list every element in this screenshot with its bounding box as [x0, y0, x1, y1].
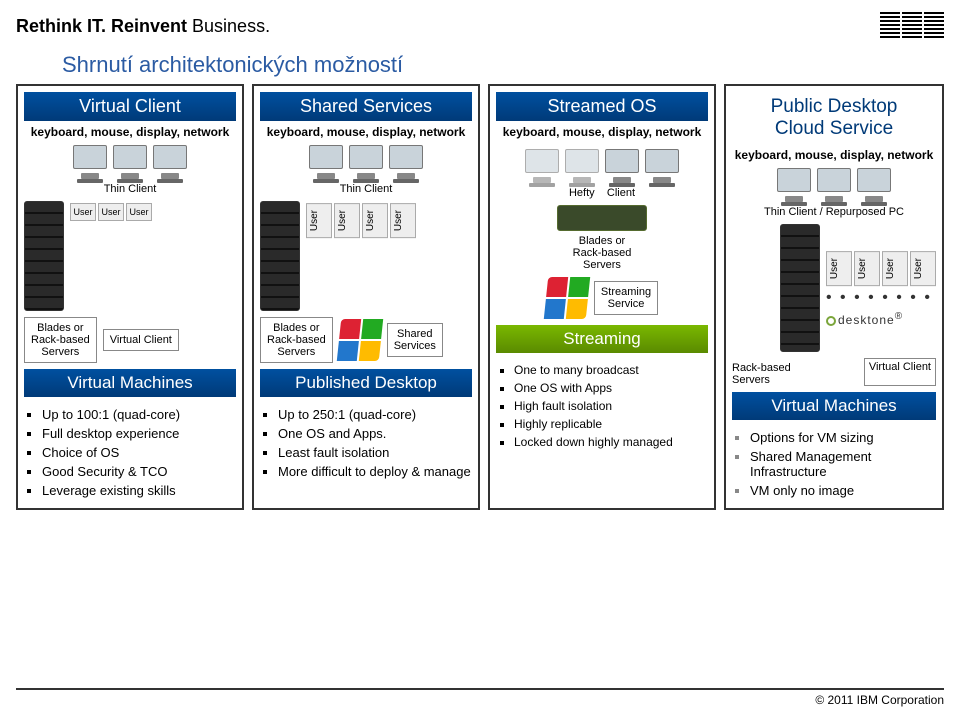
bullet: Up to 100:1 (quad-core) — [42, 407, 180, 422]
server-rack-icon — [260, 201, 300, 311]
bullet: Good Security & TCO — [42, 464, 180, 479]
windows-logo-icon — [544, 277, 590, 319]
bullet: Options for VM sizing — [750, 430, 936, 445]
mid-block: Blades or Rack-based Servers Shared Serv… — [260, 317, 472, 363]
header: Rethink IT. Reinvent Business. — [16, 12, 944, 40]
rack-label: Blades or Rack-based Servers — [260, 317, 333, 363]
hefty-clients — [525, 143, 679, 183]
col4-bullets: Options for VM sizing Shared Management … — [732, 426, 936, 502]
col-streamed-os: Streamed OS keyboard, mouse, display, ne… — [488, 84, 716, 510]
user-chip: User — [362, 203, 388, 238]
rack-users: User User User User — [260, 201, 472, 311]
virtual-client-chip: Virtual Client — [864, 358, 936, 386]
bullet: Locked down highly managed — [514, 435, 673, 449]
mid-label: Streaming Service — [594, 281, 658, 315]
col4-subcap: keyboard, mouse, display, network — [735, 148, 934, 162]
user-chip: User — [306, 203, 332, 238]
mid-label: Virtual Client — [103, 329, 179, 351]
col-virtual-client: Virtual Client keyboard, mouse, display,… — [16, 84, 244, 510]
bullet: Highly replicable — [514, 417, 673, 431]
user-chip: User — [854, 251, 880, 286]
col2-bottom-head: Published Desktop — [260, 369, 472, 397]
tagline: Rethink IT. Reinvent Business. — [16, 16, 270, 37]
bullet: Least fault isolation — [278, 445, 471, 460]
bullet: Full desktop experience — [42, 426, 180, 441]
thin-client-label: Thin Client — [104, 183, 157, 195]
hefty-left: Hefty — [569, 187, 595, 199]
server-rack-icon — [24, 201, 64, 311]
col3-bottom-head: Streaming — [496, 325, 708, 353]
hefty-right: Client — [607, 187, 635, 199]
col2-subcap: keyboard, mouse, display, network — [267, 125, 466, 139]
rack-label: Blades or Rack-based Servers — [573, 235, 632, 271]
col1-bottom-head: Virtual Machines — [24, 369, 236, 397]
windows-logo-icon — [336, 319, 382, 361]
thin-client-label: Thin Client — [340, 183, 393, 195]
col-shared-services: Shared Services keyboard, mouse, display… — [252, 84, 480, 510]
col3-subcap: keyboard, mouse, display, network — [503, 125, 702, 139]
rack-users: User User User — [24, 201, 236, 311]
col1-head: Virtual Client — [24, 92, 236, 121]
mid-block: Streaming Service — [496, 277, 708, 319]
server-rack-icon — [780, 224, 820, 352]
desktone-text: desktone — [838, 313, 895, 327]
blade-server-icon — [557, 205, 647, 231]
copyright: © 2011 IBM Corporation — [815, 693, 944, 707]
mid-label: Shared Services — [387, 323, 443, 357]
col1-bullets: Up to 100:1 (quad-core) Full desktop exp… — [24, 403, 180, 502]
col3-bullets: One to many broadcast One OS with Apps H… — [496, 359, 673, 453]
monitors-icon — [777, 168, 891, 202]
user-chip: User — [826, 251, 852, 286]
blade-icon-row — [496, 205, 708, 231]
ellipsis-dots: • • • • • • • • — [826, 289, 936, 307]
footer: © 2011 IBM Corporation — [16, 688, 944, 707]
bullet: One OS and Apps. — [278, 426, 471, 441]
hefty-label: Hefty Client — [569, 187, 635, 199]
col4-head: Public Desktop Cloud Service — [732, 92, 936, 144]
bullet: Leverage existing skills — [42, 483, 180, 498]
col2-bullets: Up to 250:1 (quad-core) One OS and Apps.… — [260, 403, 471, 483]
col4-bottom-head: Virtual Machines — [732, 392, 936, 420]
rack-label: Rack-based Servers — [732, 362, 791, 386]
tagline-rest: Business. — [187, 16, 270, 36]
page-title: Shrnutí architektonických možností — [62, 52, 944, 78]
ibm-logo — [880, 12, 944, 40]
bullet: High fault isolation — [514, 399, 673, 413]
col2-head: Shared Services — [260, 92, 472, 121]
desktone-logo: desktone® — [826, 311, 936, 327]
mid-block: Blades or Rack-based Servers Virtual Cli… — [24, 317, 236, 363]
user-chip: User — [70, 203, 96, 221]
diagram-columns: Virtual Client keyboard, mouse, display,… — [16, 84, 944, 510]
user-chip: User — [334, 203, 360, 238]
tagline-bold: Rethink IT. Reinvent — [16, 16, 187, 36]
monitors-icon — [309, 145, 423, 179]
bullet: Choice of OS — [42, 445, 180, 460]
user-chip: User — [390, 203, 416, 238]
col-public-cloud: Public Desktop Cloud Service keyboard, m… — [724, 84, 944, 510]
cloud-lower: Rack-based Servers Virtual Client — [732, 358, 936, 386]
thin-client-label: Thin Client / Repurposed PC — [764, 206, 904, 218]
monitors-icon — [73, 145, 187, 179]
user-chip: User — [882, 251, 908, 286]
col1-subcap: keyboard, mouse, display, network — [31, 125, 230, 139]
bullet: One OS with Apps — [514, 381, 673, 395]
bullet: VM only no image — [750, 483, 936, 498]
user-chip: User — [910, 251, 936, 286]
col3-head: Streamed OS — [496, 92, 708, 121]
bullet: Shared Management Infrastructure — [750, 449, 936, 479]
bullet: More difficult to deploy & manage — [278, 464, 471, 479]
bullet: One to many broadcast — [514, 363, 673, 377]
bullet: Up to 250:1 (quad-core) — [278, 407, 471, 422]
rack-label: Blades or Rack-based Servers — [24, 317, 97, 363]
rack-users: User User User User • • • • • • • • desk… — [732, 224, 936, 352]
user-chip: User — [98, 203, 124, 221]
user-chip: User — [126, 203, 152, 221]
